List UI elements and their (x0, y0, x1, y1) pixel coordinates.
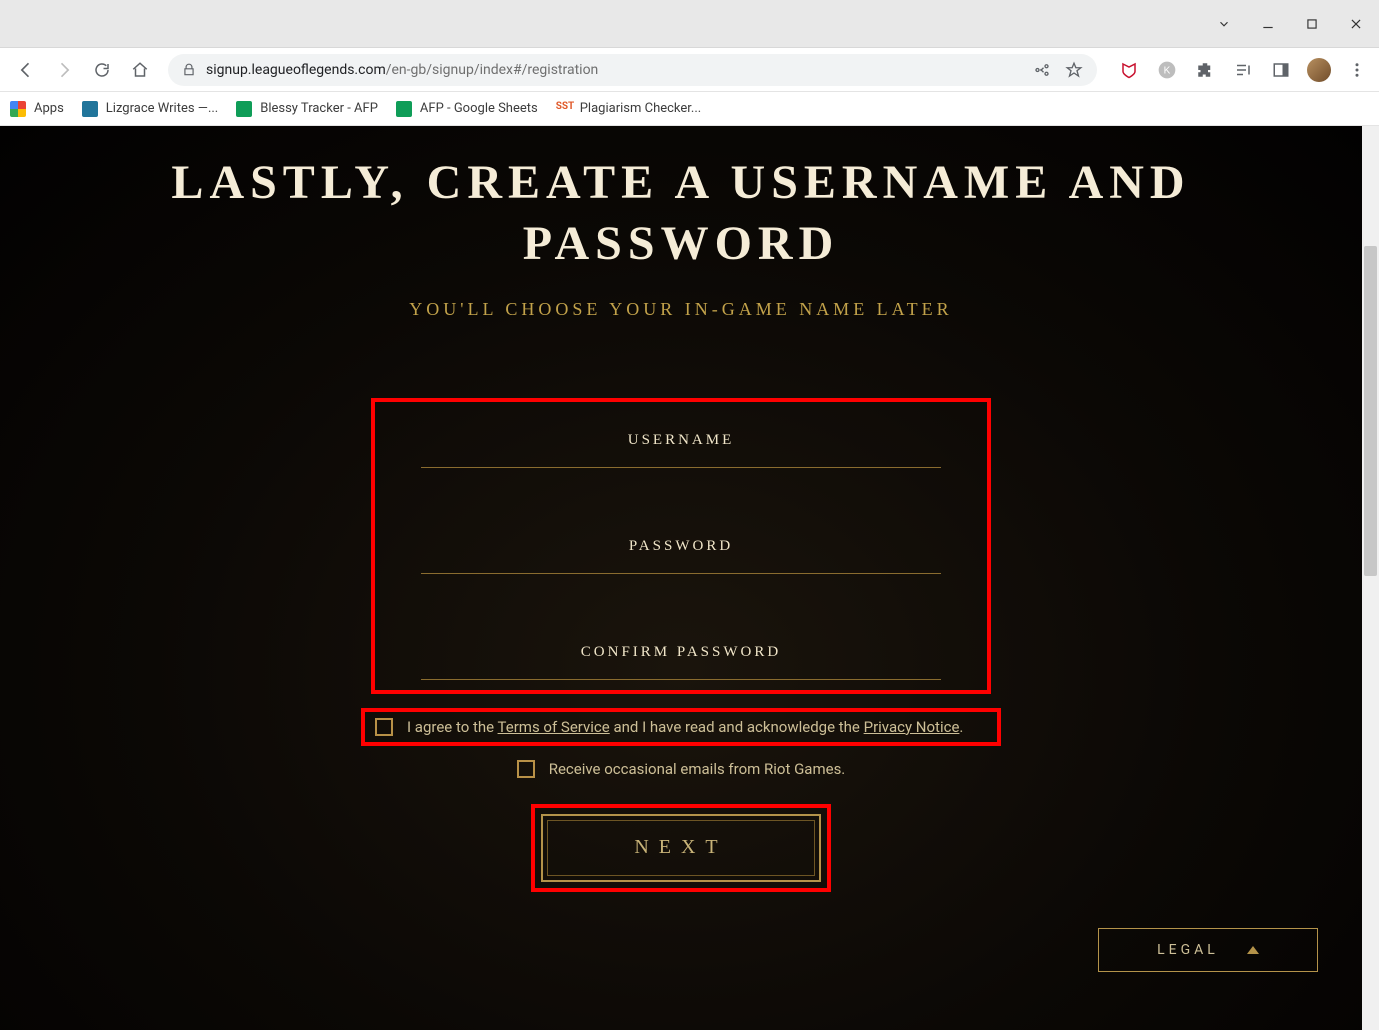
signup-content: LASTLY, CREATE A USERNAME AND PASSWORD Y… (0, 126, 1362, 1030)
bookmark-label: Lizgrace Writes —... (106, 101, 218, 116)
page-title: LASTLY, CREATE A USERNAME AND PASSWORD (171, 152, 1190, 275)
terms-text: I agree to the Terms of Service and I ha… (407, 718, 963, 736)
bookmark-item[interactable]: Blessy Tracker - AFP (236, 101, 378, 117)
next-button[interactable]: NEXT (541, 814, 821, 882)
newsletter-row: Receive occasional emails from Riot Game… (517, 760, 846, 778)
window-minimize-button[interactable] (1257, 13, 1279, 35)
home-button[interactable] (124, 54, 156, 86)
svg-text:K: K (1164, 65, 1171, 76)
next-button-highlight: NEXT (531, 804, 831, 892)
wordpress-icon (82, 101, 98, 117)
page-viewport: LASTLY, CREATE A USERNAME AND PASSWORD Y… (0, 126, 1379, 1030)
newsletter-text: Receive occasional emails from Riot Game… (549, 760, 846, 778)
input-underline (421, 573, 941, 574)
next-button-label: NEXT (634, 836, 727, 859)
bookmark-label: Apps (34, 101, 64, 116)
tos-link[interactable]: Terms of Service (498, 718, 610, 736)
window-close-button[interactable] (1345, 13, 1367, 35)
sidepanel-icon[interactable] (1269, 58, 1293, 82)
chevron-up-icon (1247, 946, 1259, 954)
media-icon[interactable] (1231, 58, 1255, 82)
profile-avatar[interactable] (1307, 58, 1331, 82)
bookmark-star-icon[interactable] (1065, 61, 1083, 79)
address-bar-row: signup.leagueoflegends.com/en-gb/signup/… (0, 48, 1379, 92)
privacy-link[interactable]: Privacy Notice (864, 718, 960, 736)
window-maximize-button[interactable] (1301, 13, 1323, 35)
terms-checkbox[interactable] (375, 718, 393, 736)
bookmark-label: Plagiarism Checker... (580, 101, 701, 116)
scrollbar[interactable] (1362, 126, 1379, 1030)
apps-icon (10, 101, 26, 117)
lock-icon (182, 63, 196, 77)
reload-button[interactable] (86, 54, 118, 86)
username-label: USERNAME (421, 432, 941, 449)
bookmarks-bar: Apps Lizgrace Writes —... Blessy Tracker… (0, 92, 1379, 126)
share-icon[interactable] (1033, 61, 1051, 79)
bookmark-label: AFP - Google Sheets (420, 101, 538, 116)
legal-dropdown[interactable]: LEGAL (1098, 928, 1318, 972)
window-dropdown-icon[interactable] (1213, 13, 1235, 35)
bookmark-item[interactable]: Lizgrace Writes —... (82, 101, 218, 117)
sheets-icon (396, 101, 412, 117)
bookmark-label: Blessy Tracker - AFP (260, 101, 378, 116)
url-text: signup.leagueoflegends.com/en-gb/signup/… (206, 62, 598, 78)
back-button[interactable] (10, 54, 42, 86)
bookmark-item[interactable]: AFP - Google Sheets (396, 101, 538, 117)
confirm-password-label: CONFIRM PASSWORD (421, 644, 941, 661)
password-field[interactable]: PASSWORD (421, 538, 941, 574)
address-bar[interactable]: signup.leagueoflegends.com/en-gb/signup/… (168, 54, 1097, 86)
input-underline (421, 679, 941, 680)
password-label: PASSWORD (421, 538, 941, 555)
mcafee-icon[interactable] (1117, 58, 1141, 82)
window-chrome (0, 0, 1379, 48)
sst-icon: SST (556, 101, 572, 117)
toolbar-icons: K (1117, 58, 1369, 82)
page-subtitle: YOU'LL CHOOSE YOUR IN-GAME NAME LATER (409, 299, 952, 320)
apps-bookmark[interactable]: Apps (10, 101, 64, 117)
username-field[interactable]: USERNAME (421, 432, 941, 468)
credentials-form-highlight: USERNAME PASSWORD CONFIRM PASSWORD (371, 398, 991, 694)
scrollbar-thumb[interactable] (1364, 246, 1377, 576)
legal-label: LEGAL (1157, 942, 1219, 958)
confirm-password-field[interactable]: CONFIRM PASSWORD (421, 644, 941, 680)
input-underline (421, 467, 941, 468)
forward-button[interactable] (48, 54, 80, 86)
bookmark-item[interactable]: SST Plagiarism Checker... (556, 101, 701, 117)
extension-k-icon[interactable]: K (1155, 58, 1179, 82)
sheets-icon (236, 101, 252, 117)
terms-agree-highlight: I agree to the Terms of Service and I ha… (361, 708, 1001, 746)
extensions-icon[interactable] (1193, 58, 1217, 82)
newsletter-checkbox[interactable] (517, 760, 535, 778)
menu-icon[interactable] (1345, 58, 1369, 82)
